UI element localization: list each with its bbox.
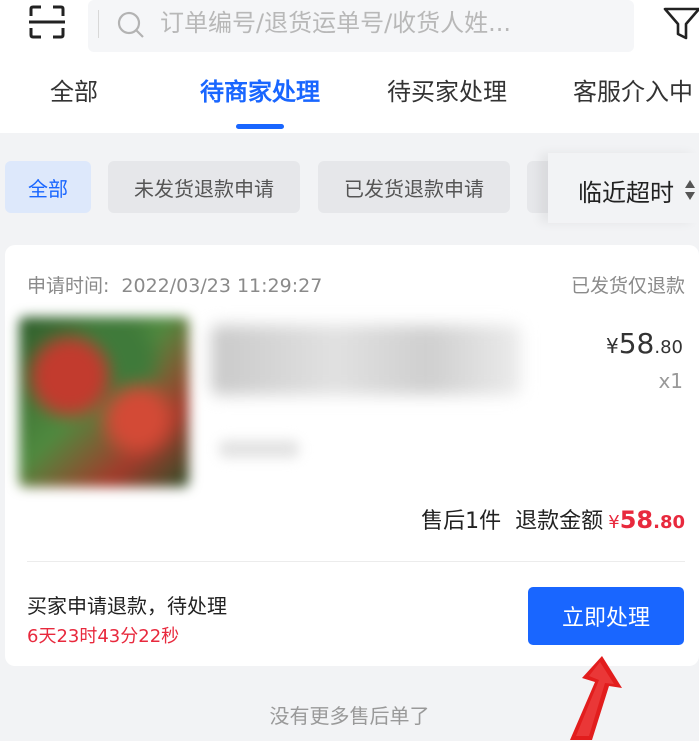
chip-shipped-refund[interactable]: 已发货退款申请 — [318, 161, 510, 213]
sort-control[interactable]: 临近超时 — [548, 153, 699, 223]
search-input[interactable] — [160, 4, 630, 42]
chip-all[interactable]: 全部 — [5, 161, 91, 213]
aftersale-count: 售后1件 — [421, 509, 502, 534]
active-tab-indicator — [236, 124, 284, 129]
search-box[interactable] — [88, 0, 634, 52]
process-now-button[interactable]: 立即处理 — [528, 587, 684, 645]
card-divider — [27, 561, 685, 562]
product-price: ¥58.80 — [605, 327, 683, 360]
refund-amount-label: 退款金额 — [515, 509, 604, 534]
red-arrow-annotation-icon — [570, 656, 622, 740]
scan-icon[interactable] — [28, 4, 66, 40]
tab-all[interactable]: 全部 — [50, 72, 98, 107]
refund-amount: ¥58.80 — [608, 506, 685, 534]
tab-pending-merchant[interactable]: 待商家处理 — [200, 72, 320, 107]
refund-summary: 售后1件 退款金额 ¥58.80 — [421, 503, 685, 535]
sort-arrows-icon — [685, 180, 695, 200]
apply-time-value: 2022/03/23 11:29:27 — [121, 275, 323, 297]
product-title-blurred — [211, 325, 521, 395]
search-icon — [117, 11, 144, 38]
filter-icon[interactable] — [662, 4, 699, 44]
product-spec-blurred — [219, 440, 299, 458]
apply-time-label: 申请时间: — [27, 275, 110, 297]
status-tabs: 全部 待商家处理 待买家处理 客服介入中 — [0, 60, 699, 120]
refund-type-tag: 已发货仅退款 — [570, 275, 685, 297]
tab-service-intervention[interactable]: 客服介入中 — [573, 72, 693, 107]
aftersale-order-card[interactable]: 申请时间: 2022/03/23 11:29:27 已发货仅退款 ¥58.80 x… — [5, 245, 699, 666]
search-divider — [98, 10, 99, 38]
product-image[interactable] — [19, 317, 189, 487]
filter-chip-bar: 全部 未发货退款申请 已发货退款申请 临近超时 — [0, 133, 699, 243]
order-status-text: 买家申请退款，待处理 — [27, 594, 227, 618]
top-header: 全部 待商家处理 待买家处理 客服介入中 — [0, 0, 699, 133]
tab-pending-buyer[interactable]: 待买家处理 — [387, 72, 507, 107]
countdown-timer: 6天23时43分22秒 — [27, 626, 180, 647]
apply-time: 申请时间: 2022/03/23 11:29:27 — [27, 271, 322, 298]
sort-label: 临近超时 — [578, 179, 674, 207]
chip-unshipped-refund[interactable]: 未发货退款申请 — [108, 161, 300, 213]
product-quantity: x1 — [658, 369, 683, 393]
